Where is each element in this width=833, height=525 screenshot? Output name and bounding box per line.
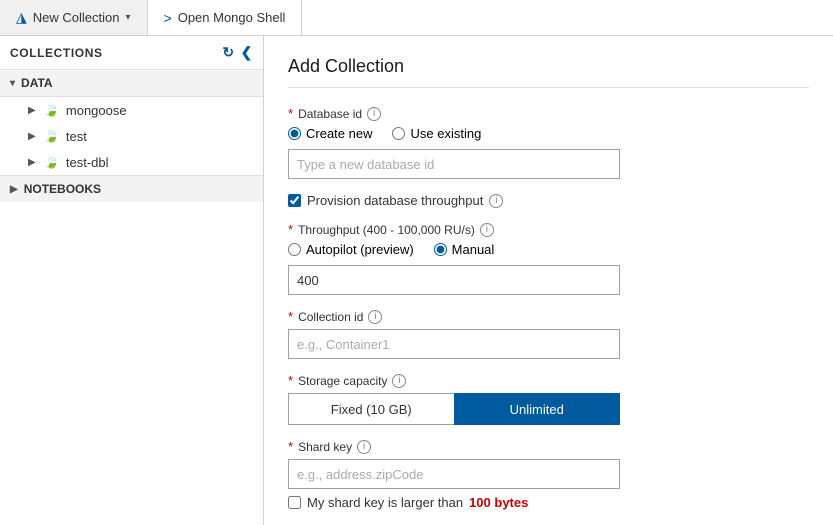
database-id-radio-group: Create new Use existing: [288, 126, 809, 141]
storage-capacity-info-icon[interactable]: i: [392, 374, 406, 388]
provision-throughput-checkbox[interactable]: [288, 194, 301, 207]
unlimited-storage-button[interactable]: Unlimited: [454, 393, 621, 425]
collapse-icon[interactable]: ❮: [241, 44, 253, 61]
mongoose-arrow-icon: ▶: [28, 105, 36, 116]
data-section-label: DATA: [21, 76, 53, 90]
shard-key-size-row: My shard key is larger than 100 bytes: [288, 495, 809, 510]
required-star-storage: *: [288, 373, 293, 388]
new-collection-label: New Collection: [33, 10, 120, 25]
tree-item-mongoose[interactable]: ▶ 🍃 mongoose: [0, 97, 263, 123]
tree-item-test-dbl[interactable]: ▶ 🍃 test-dbl: [0, 149, 263, 175]
tree-item-test[interactable]: ▶ 🍃 test: [0, 123, 263, 149]
throughput-mode-group: Autopilot (preview) Manual: [288, 242, 809, 257]
required-star-db: *: [288, 106, 293, 121]
collection-id-group: * Collection id i: [288, 309, 809, 359]
collection-id-input[interactable]: [288, 329, 620, 359]
database-id-input[interactable]: [288, 149, 620, 179]
open-mongo-shell-button[interactable]: > Open Mongo Shell: [148, 0, 303, 35]
data-chevron-icon: ▾: [10, 78, 15, 89]
panel-title: Add Collection: [288, 56, 809, 88]
notebooks-label: NOTEBOOKS: [24, 182, 101, 196]
collection-id-info-icon[interactable]: i: [368, 310, 382, 324]
refresh-icon[interactable]: ↻: [222, 44, 234, 61]
create-new-radio[interactable]: [288, 127, 301, 140]
collection-id-label: * Collection id i: [288, 309, 809, 324]
throughput-label: * Throughput (400 - 100,000 RU/s) i: [288, 222, 809, 237]
autopilot-radio-option[interactable]: Autopilot (preview): [288, 242, 414, 257]
collections-label: COLLECTIONS: [10, 46, 103, 60]
throughput-group: * Throughput (400 - 100,000 RU/s) i Auto…: [288, 222, 809, 295]
new-collection-button[interactable]: ◮ New Collection ▾: [0, 0, 148, 35]
shard-key-group: * Shard key i My shard key is larger tha…: [288, 439, 809, 510]
provision-throughput-label: Provision database throughput: [307, 193, 483, 208]
database-id-label: * Database id i: [288, 106, 809, 121]
provision-throughput-group: Provision database throughput i: [288, 193, 809, 208]
use-existing-label: Use existing: [410, 126, 481, 141]
manual-radio[interactable]: [434, 243, 447, 256]
test-label: test: [66, 129, 87, 144]
mongo-shell-icon: >: [164, 10, 172, 26]
mongoose-db-icon: 🍃: [44, 102, 60, 118]
autopilot-label: Autopilot (preview): [306, 242, 414, 257]
notebooks-chevron-icon: ▶: [10, 184, 18, 195]
shard-100-bytes-label: 100 bytes: [469, 495, 528, 510]
test-arrow-icon: ▶: [28, 131, 36, 142]
required-star-throughput: *: [288, 222, 293, 237]
manual-radio-option[interactable]: Manual: [434, 242, 495, 257]
shard-key-info-icon[interactable]: i: [357, 440, 371, 454]
fixed-storage-button[interactable]: Fixed (10 GB): [288, 393, 454, 425]
database-id-group: * Database id i Create new Use existing: [288, 106, 809, 179]
shard-key-size-label: My shard key is larger than: [307, 495, 463, 510]
storage-capacity-label: * Storage capacity i: [288, 373, 809, 388]
shard-key-input[interactable]: [288, 459, 620, 489]
required-star-collection: *: [288, 309, 293, 324]
new-collection-icon: ◮: [16, 9, 27, 26]
collections-header: COLLECTIONS ↻ ❮: [0, 36, 263, 70]
database-id-info-icon[interactable]: i: [367, 107, 381, 121]
storage-buttons: Fixed (10 GB) Unlimited: [288, 393, 620, 425]
toolbar: ◮ New Collection ▾ > Open Mongo Shell: [0, 0, 833, 36]
test-dbl-arrow-icon: ▶: [28, 157, 36, 168]
add-collection-panel: Add Collection * Database id i Create ne…: [264, 36, 833, 525]
shard-key-label: * Shard key i: [288, 439, 809, 454]
sidebar-actions: ↻ ❮: [222, 44, 253, 61]
create-new-radio-option[interactable]: Create new: [288, 126, 372, 141]
throughput-input[interactable]: 400: [288, 265, 620, 295]
new-collection-chevron-icon: ▾: [125, 12, 130, 23]
use-existing-radio[interactable]: [392, 127, 405, 140]
sidebar: COLLECTIONS ↻ ❮ ▾ DATA ▶ 🍃 mongoose ▶ 🍃 …: [0, 36, 264, 525]
mongoose-label: mongoose: [66, 103, 127, 118]
main-area: COLLECTIONS ↻ ❮ ▾ DATA ▶ 🍃 mongoose ▶ 🍃 …: [0, 36, 833, 525]
storage-capacity-group: * Storage capacity i Fixed (10 GB) Unlim…: [288, 373, 809, 425]
test-db-icon: 🍃: [44, 128, 60, 144]
provision-throughput-info-icon[interactable]: i: [489, 194, 503, 208]
test-dbl-label: test-dbl: [66, 155, 109, 170]
manual-label: Manual: [452, 242, 495, 257]
open-mongo-shell-label: Open Mongo Shell: [178, 10, 286, 25]
shard-key-size-checkbox[interactable]: [288, 496, 301, 509]
test-dbl-db-icon: 🍃: [44, 154, 60, 170]
notebooks-section-header[interactable]: ▶ NOTEBOOKS: [0, 175, 263, 202]
use-existing-radio-option[interactable]: Use existing: [392, 126, 481, 141]
required-star-shard: *: [288, 439, 293, 454]
data-section: ▾ DATA ▶ 🍃 mongoose ▶ 🍃 test ▶ 🍃 test-db…: [0, 70, 263, 175]
data-section-header[interactable]: ▾ DATA: [0, 70, 263, 97]
autopilot-radio[interactable]: [288, 243, 301, 256]
create-new-label: Create new: [306, 126, 372, 141]
throughput-info-icon[interactable]: i: [480, 223, 494, 237]
provision-throughput-row: Provision database throughput i: [288, 193, 809, 208]
